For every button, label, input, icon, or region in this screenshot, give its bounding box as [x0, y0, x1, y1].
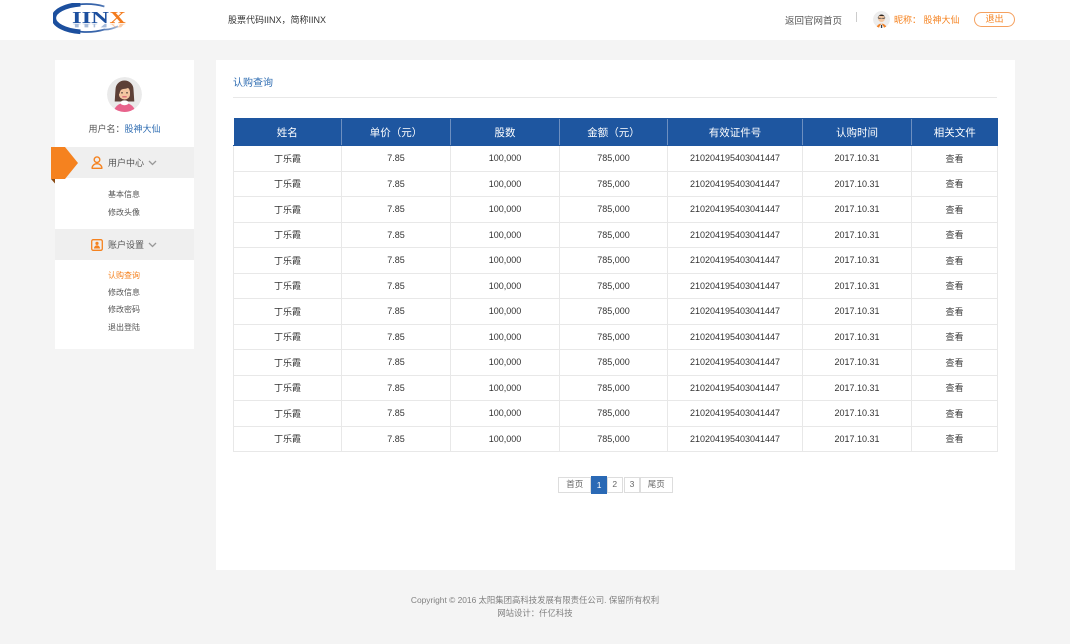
svg-text:IIN: IIN [72, 8, 110, 27]
svg-text:X: X [110, 8, 127, 27]
